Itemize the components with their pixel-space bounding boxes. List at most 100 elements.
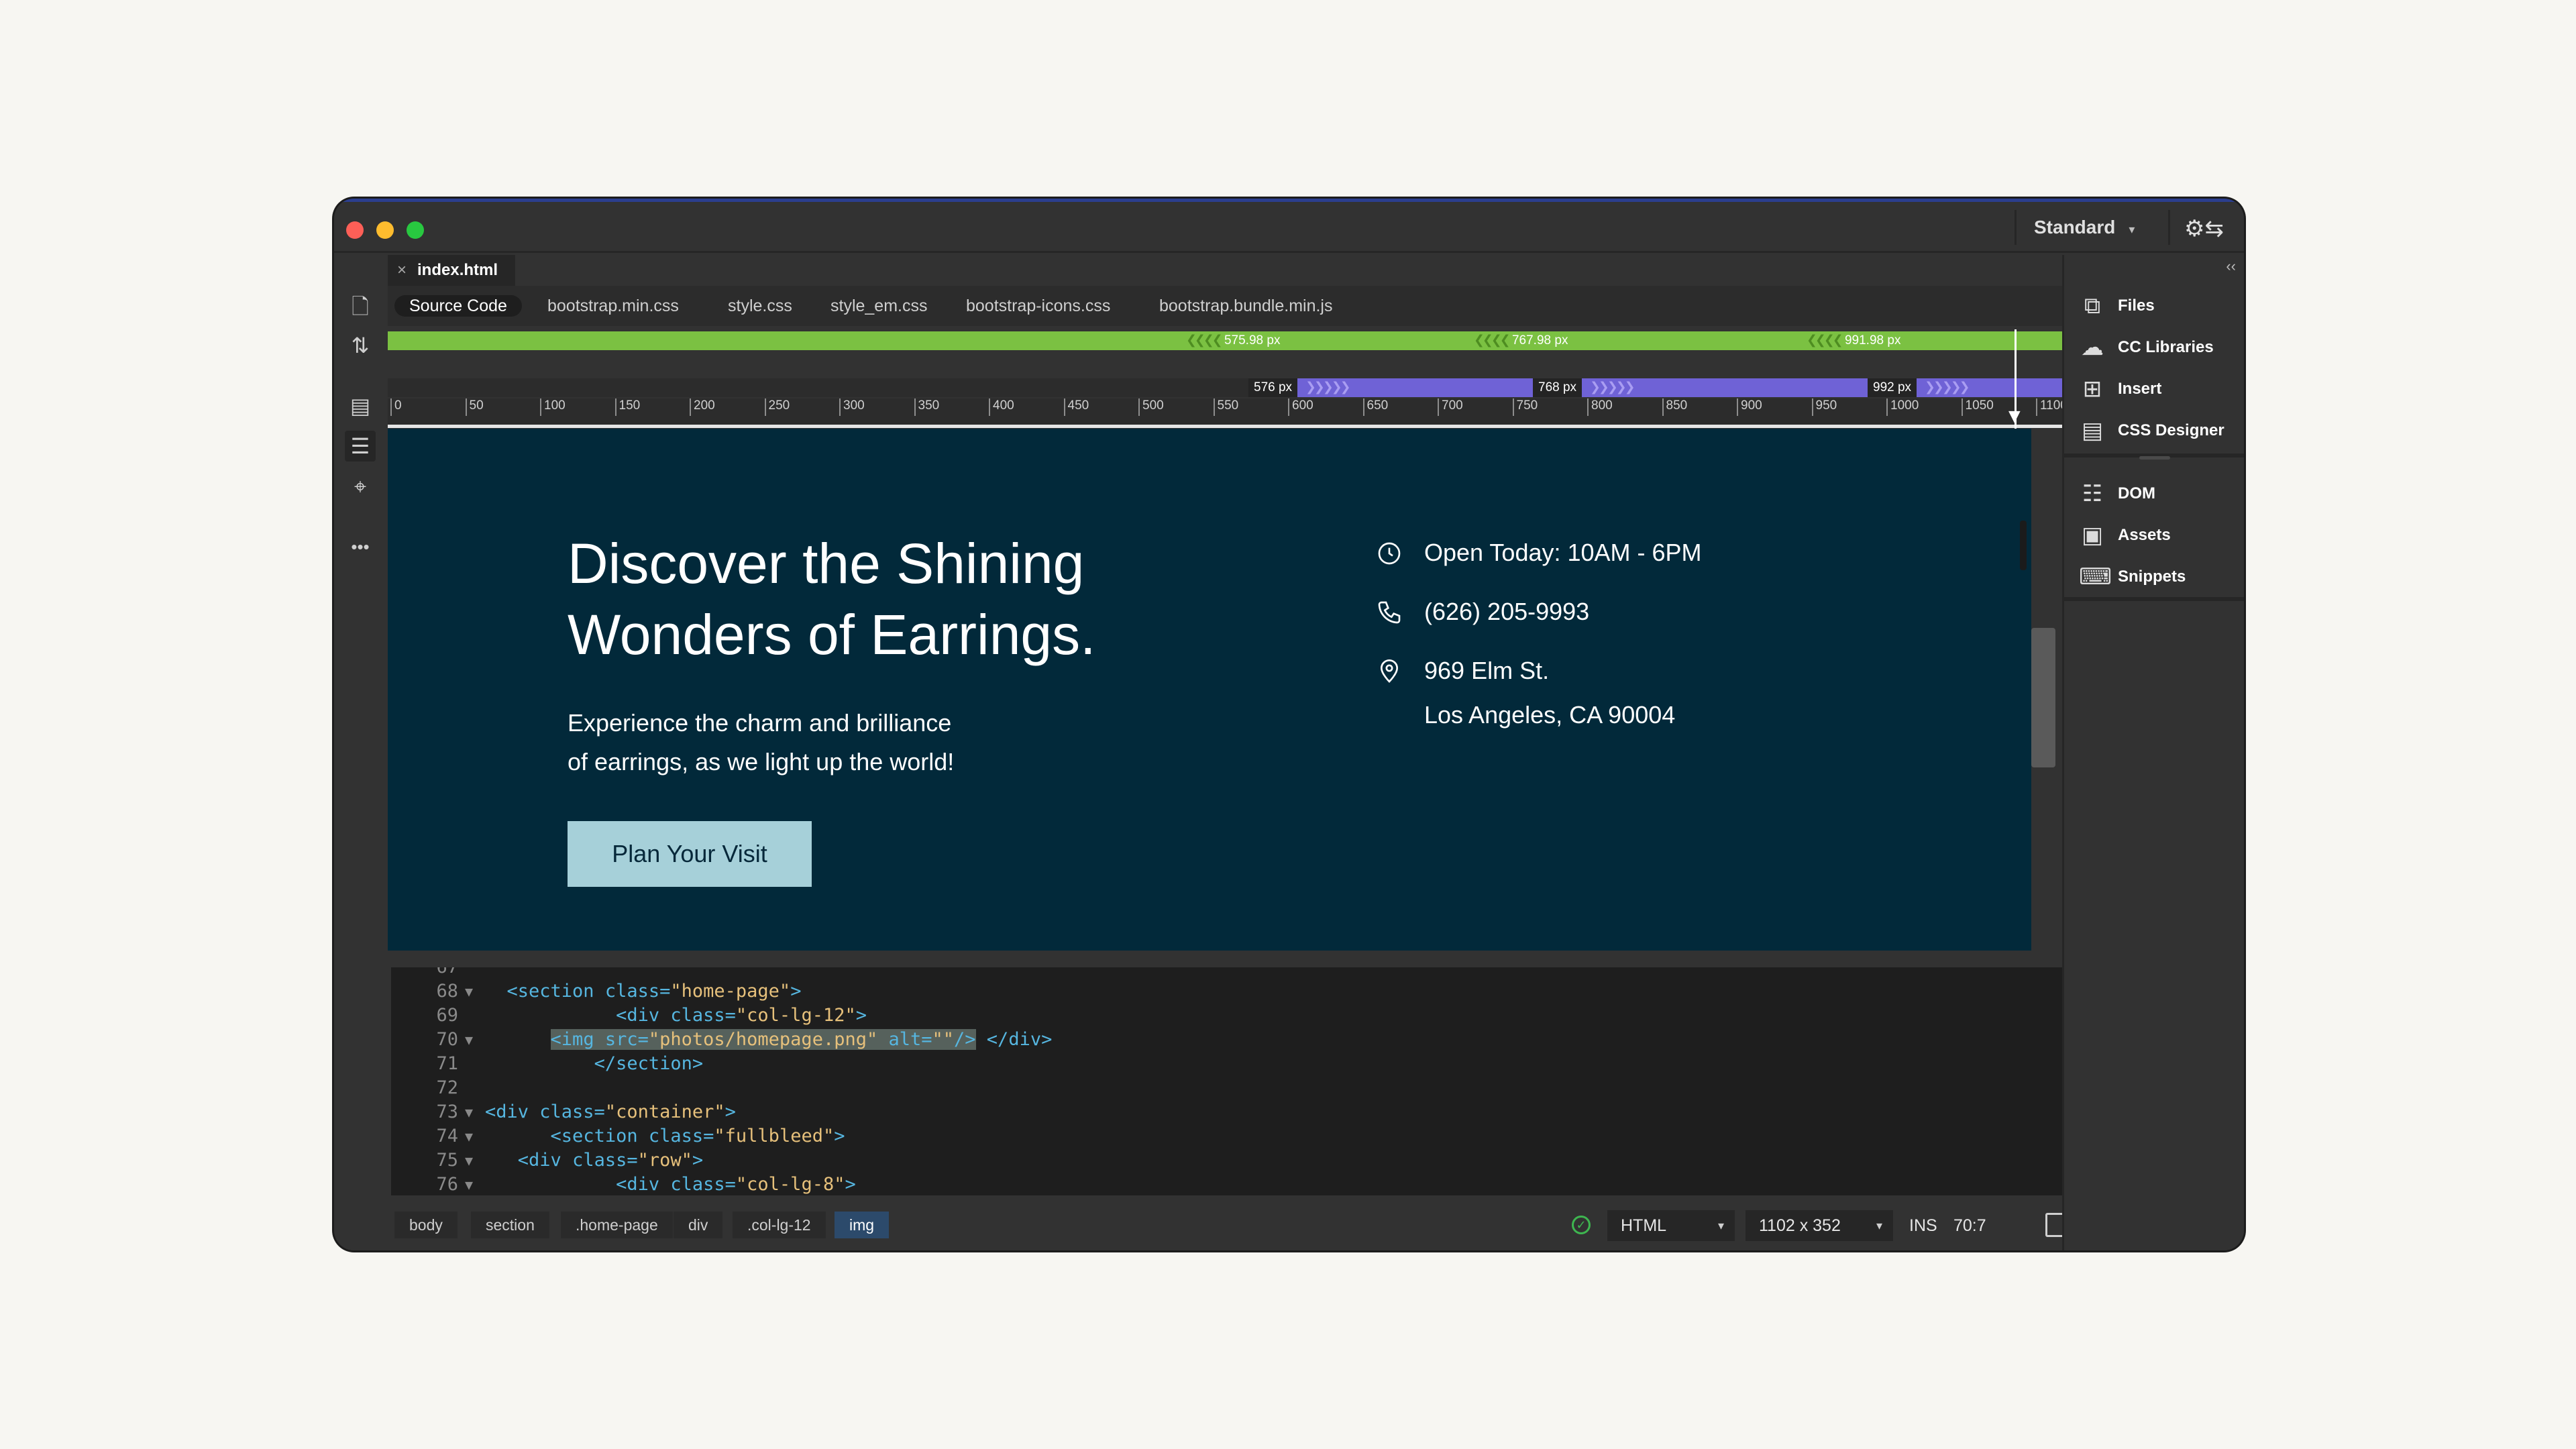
file-transfer-icon[interactable]: ⇅	[345, 330, 376, 361]
more-icon[interactable]: •••	[345, 531, 376, 562]
tab-index-html[interactable]: × index.html	[388, 255, 515, 286]
code-line[interactable]: 70 ▼ <img src="photos/homepage.png" alt="…	[391, 1028, 2108, 1052]
related-file-bootstrap-icons-css[interactable]: bootstrap-icons.css	[966, 295, 1110, 317]
language-select[interactable]: HTML ▾	[1607, 1210, 1735, 1241]
fold-toggle-icon[interactable]: ▼	[465, 1124, 473, 1148]
mq-value: 767.98	[1511, 333, 1552, 347]
media-query-max-575[interactable]: ❮❮❮❮ 575.98 px	[1186, 333, 1280, 348]
media-query-max-991[interactable]: ❮❮❮❮ 991.98 px	[1807, 333, 1900, 348]
code-line[interactable]: 75 ▼ <div class="row">	[391, 1148, 2108, 1173]
code-line[interactable]: 69 <div class="col-lg-12">	[391, 1004, 2108, 1028]
code-token: </div>	[975, 1029, 1053, 1050]
mq-unit: px	[1897, 380, 1912, 394]
ruler-tick: 900	[1737, 398, 1762, 416]
check-icon: ✓	[1572, 1216, 1591, 1234]
code-view[interactable]: 6768▼ <section class="home-page">69 <div…	[391, 967, 2108, 1195]
code-line[interactable]: 68 ▼ <section class="home-page">	[391, 979, 2108, 1004]
breadcrumb-body[interactable]: body	[394, 1212, 458, 1238]
minimize-window-button[interactable]	[376, 221, 394, 239]
plan-your-visit-button[interactable]: Plan Your Visit	[568, 821, 812, 887]
live-design-view[interactable]: Discover the Shining Wonders of Earrings…	[388, 429, 2031, 951]
design-scrollbar-thumb[interactable]	[2031, 628, 2055, 767]
media-query-min-992[interactable]: 992 px	[1868, 378, 1917, 397]
titlebar-divider	[2015, 210, 2017, 245]
related-file-bootstrap-bundle-js[interactable]: bootstrap.bundle.min.js	[1159, 295, 1332, 317]
fold-toggle-icon[interactable]: ▼	[465, 979, 473, 1004]
related-file-bootstrap-min-css[interactable]: bootstrap.min.css	[547, 295, 679, 317]
panel-files[interactable]: ⧉ Files	[2064, 284, 2244, 326]
breadcrumb-section[interactable]: section	[471, 1212, 549, 1238]
code-line[interactable]: 67	[391, 967, 2108, 979]
insert-mode[interactable]: INS	[1909, 1210, 1937, 1241]
workspace-label: Standard	[2034, 217, 2116, 237]
related-file-style-css[interactable]: style.css	[728, 295, 792, 317]
fold-toggle-icon[interactable]: ▼	[465, 1028, 473, 1052]
breadcrumb-div[interactable]: div	[674, 1212, 723, 1238]
fold-toggle-icon[interactable]: ▼	[465, 1173, 473, 1195]
sync-settings-icon[interactable]: ⚙⇆	[2184, 215, 2224, 242]
collapse-panels-icon[interactable]: ‹‹	[2226, 258, 2236, 275]
fold-toggle-icon[interactable]: ▼	[465, 1148, 473, 1173]
code-text: <div class="col-lg-12">	[485, 1004, 867, 1028]
viewport-handle-icon[interactable]: ▼	[2004, 405, 2025, 428]
design-scroll-indicator	[2020, 521, 2027, 570]
inspect-icon[interactable]: ⌖	[345, 471, 376, 502]
media-query-min-576[interactable]: 576 px	[1248, 378, 1298, 397]
code-token: <section	[506, 981, 605, 1002]
ruler-tick: 850	[1662, 398, 1687, 416]
assets-icon: ▣	[2081, 523, 2104, 548]
panel-cc-libraries[interactable]: ☁ CC Libraries	[2064, 326, 2244, 368]
line-number: 68	[436, 981, 458, 1002]
panel-insert[interactable]: ⊞ Insert	[2064, 368, 2244, 409]
phone-text: (626) 205-9993	[1424, 598, 1590, 625]
live-view-icon[interactable]: ▤	[345, 390, 376, 421]
code-line[interactable]: 74 ▼ <section class="fullbleed">	[391, 1124, 2108, 1148]
code-line[interactable]: 73 ▼ <div class="container">	[391, 1100, 2108, 1124]
max-width-media-query-bar[interactable]: ❮❮❮❮ 575.98 px ❮❮❮❮ 767.98 px ❮❮❮❮ 991.9…	[388, 331, 2112, 350]
breadcrumb-img[interactable]: img	[835, 1212, 890, 1238]
code-line[interactable]: 72	[391, 1076, 2108, 1100]
arrows-right-icon: ❯❯❯❯❯	[1305, 380, 1351, 394]
code-token: <img	[550, 1029, 605, 1050]
ruler-tick: 950	[1811, 398, 1837, 416]
window-size-select[interactable]: 1102 x 352 ▾	[1746, 1210, 1893, 1241]
media-query-max-767[interactable]: ❮❮❮❮ 767.98 px	[1474, 333, 1568, 348]
outline-icon[interactable]: ☰	[345, 431, 376, 462]
code-token: >	[834, 1126, 845, 1146]
mq-unit: px	[1887, 333, 1901, 347]
ruler-tick: 250	[764, 398, 790, 416]
line-number: 73	[436, 1102, 458, 1122]
breadcrumb-col-lg-12[interactable]: .col-lg-12	[733, 1212, 826, 1238]
ruler-tick: 300	[839, 398, 865, 416]
panel-dom[interactable]: ☷ DOM	[2064, 472, 2244, 514]
file-icon[interactable]: 🗋	[345, 291, 376, 322]
ruler-tick: 1050	[1961, 398, 1994, 416]
code-token: <div	[616, 1005, 671, 1026]
fold-toggle-icon[interactable]: ▼	[465, 1100, 473, 1124]
min-width-bar-fill[interactable]	[1248, 378, 2112, 397]
panel-css-designer[interactable]: ▤ CSS Designer	[2064, 409, 2244, 451]
panel-snippets[interactable]: ⌨ Snippets	[2064, 555, 2244, 597]
code-token: "col-lg-12"	[735, 1005, 856, 1026]
zoom-window-button[interactable]	[407, 221, 424, 239]
breadcrumb-home-page[interactable]: .home-page	[561, 1212, 673, 1238]
related-file-source-code[interactable]: Source Code	[394, 295, 522, 317]
media-query-min-768[interactable]: 768 px	[1533, 378, 1582, 397]
related-file-style-em-css[interactable]: style_em.css	[830, 295, 927, 317]
code-token: ""	[932, 1029, 955, 1050]
panel-assets[interactable]: ▣ Assets	[2064, 514, 2244, 555]
code-line[interactable]: 76 ▼ <div class="col-lg-8">	[391, 1173, 2108, 1195]
panel-grip[interactable]	[2139, 456, 2170, 460]
code-token: >	[790, 981, 802, 1002]
close-icon[interactable]: ×	[397, 261, 407, 279]
panel-label: DOM	[2118, 484, 2155, 502]
hero-subtitle-line: Experience the charm and brilliance	[568, 709, 952, 737]
workspace-switcher[interactable]: Standard ▾	[2034, 217, 2135, 238]
code-text: <div class="container">	[485, 1100, 736, 1124]
close-window-button[interactable]	[346, 221, 364, 239]
code-line[interactable]: 71 </section>	[391, 1052, 2108, 1076]
mq-value: 575.98	[1224, 333, 1264, 347]
code-token: "container"	[604, 1102, 725, 1122]
